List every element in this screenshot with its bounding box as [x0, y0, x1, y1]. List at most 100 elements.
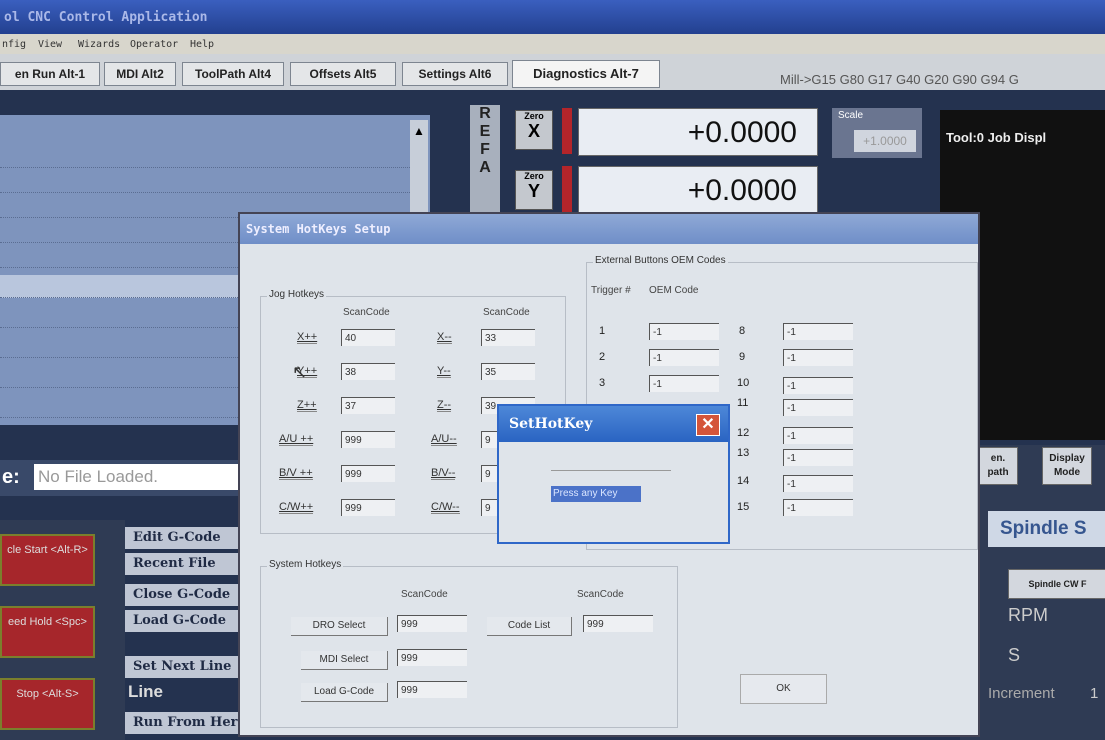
- cycle-start-button[interactable]: cle Start <Alt-R>: [0, 534, 95, 586]
- jog-x-plus-button[interactable]: X++: [297, 331, 318, 344]
- zero-label: Zero: [524, 111, 544, 121]
- jog-z-plus-button[interactable]: Z++: [297, 399, 317, 412]
- oem-code-field[interactable]: -1: [783, 449, 853, 466]
- oem-code-header: OEM Code: [649, 285, 699, 296]
- jog-x-plus-field[interactable]: 40: [341, 329, 395, 346]
- jog-b-minus-button[interactable]: B/V--: [431, 467, 456, 480]
- feed-hold-button[interactable]: eed Hold <Spc>: [0, 606, 95, 658]
- mdi-select-field[interactable]: 999: [397, 649, 467, 666]
- oem-code-field[interactable]: -1: [783, 377, 853, 394]
- trigger-header: Trigger #: [591, 285, 631, 296]
- trigger-number: 11: [737, 397, 749, 409]
- file-name-field: No File Loaded.: [34, 464, 254, 490]
- jog-a-plus-button[interactable]: A/U ++: [279, 433, 314, 446]
- oem-code-field[interactable]: -1: [783, 427, 853, 444]
- scancode-header: ScanCode: [483, 307, 530, 318]
- oem-code-field[interactable]: -1: [783, 349, 853, 366]
- load-gcode-field[interactable]: 999: [397, 681, 467, 698]
- menu-config[interactable]: nfig: [2, 39, 26, 50]
- jog-z-minus-button[interactable]: Z--: [437, 399, 452, 412]
- ok-button[interactable]: OK: [740, 674, 827, 704]
- dro-select-button[interactable]: DRO Select: [291, 617, 388, 636]
- tab-toolpath[interactable]: ToolPath Alt4: [182, 62, 284, 86]
- jog-z-plus-field[interactable]: 37: [341, 397, 395, 414]
- gcode-line: [0, 145, 420, 168]
- rpm-label: RPM: [1008, 605, 1048, 625]
- system-hotkeys-group: System Hotkeys ScanCode ScanCode DRO Sel…: [260, 559, 678, 728]
- trigger-number: 3: [599, 377, 606, 389]
- line-label: Line: [128, 682, 163, 701]
- increment-value[interactable]: 1: [1090, 685, 1098, 702]
- menu-wizards[interactable]: Wizards: [78, 39, 120, 50]
- jog-c-minus-button[interactable]: C/W--: [431, 501, 460, 514]
- trigger-number: 15: [737, 501, 750, 513]
- jog-c-plus-button[interactable]: C/W++: [279, 501, 314, 514]
- code-list-button[interactable]: Code List: [487, 617, 572, 636]
- trigger-number: 2: [599, 351, 606, 363]
- oem-code-field[interactable]: -1: [783, 475, 853, 492]
- scale-box: Scale +1.0000: [832, 108, 922, 158]
- ref-letter: R: [479, 105, 491, 122]
- close-icon[interactable]: ✕: [696, 414, 720, 436]
- axis-label: X: [527, 121, 540, 141]
- oem-code-field[interactable]: -1: [649, 349, 719, 366]
- load-gcode-hotkey-button[interactable]: Load G-Code: [301, 683, 388, 702]
- oem-code-field[interactable]: -1: [649, 323, 719, 340]
- scancode-header: ScanCode: [343, 307, 390, 318]
- stop-button[interactable]: Stop <Alt-S>: [0, 678, 95, 730]
- trigger-number: 1: [599, 325, 606, 337]
- scale-value[interactable]: +1.0000: [854, 130, 916, 152]
- tab-settings[interactable]: Settings Alt6: [402, 62, 508, 86]
- dro-x[interactable]: +0.0000: [578, 108, 818, 156]
- ref-letter: A: [479, 159, 491, 176]
- menu-view[interactable]: View: [38, 39, 62, 50]
- ref-all-button[interactable]: R E F A: [470, 105, 500, 225]
- increment-label: Increment: [988, 685, 1055, 702]
- oem-code-field[interactable]: -1: [783, 323, 853, 340]
- tab-mdi[interactable]: MDI Alt2: [104, 62, 176, 86]
- jog-a-plus-field[interactable]: 999: [341, 431, 395, 448]
- external-buttons-label: External Buttons OEM Codes: [593, 255, 728, 266]
- jog-y-minus-button[interactable]: Y--: [437, 365, 451, 378]
- spindle-cw-button[interactable]: Spindle CW F: [1008, 569, 1105, 599]
- scale-label: Scale: [838, 110, 864, 121]
- zero-label: Zero: [524, 171, 544, 181]
- scroll-up-icon[interactable]: ▲: [413, 124, 425, 138]
- code-list-field[interactable]: 999: [583, 615, 653, 632]
- jog-y-minus-field[interactable]: 35: [481, 363, 535, 380]
- tab-offsets[interactable]: Offsets Alt5: [290, 62, 396, 86]
- jog-x-minus-button[interactable]: X--: [437, 331, 452, 344]
- oem-code-field[interactable]: -1: [783, 499, 853, 516]
- trigger-number: 12: [737, 427, 750, 439]
- tab-program-run[interactable]: en Run Alt-1: [0, 62, 100, 86]
- modal-gcode-line: Mill->G15 G80 G17 G40 G20 G90 G94 G: [780, 72, 1019, 87]
- s-label: S: [1008, 645, 1021, 665]
- gcode-line: [0, 170, 420, 193]
- jog-a-minus-button[interactable]: A/U--: [431, 433, 457, 446]
- dro-y[interactable]: +0.0000: [578, 166, 818, 214]
- mdi-select-button[interactable]: MDI Select: [301, 651, 388, 670]
- axis-x-indicator: [562, 108, 572, 154]
- jog-c-plus-field[interactable]: 999: [341, 499, 395, 516]
- trigger-number: 14: [737, 475, 750, 487]
- menu-help[interactable]: Help: [190, 39, 214, 50]
- menu-bar: nfig View Wizards Operator Help: [0, 34, 1105, 54]
- regen-toolpath-button[interactable]: en. path: [978, 447, 1018, 485]
- oem-code-field[interactable]: -1: [783, 399, 853, 416]
- mouse-cursor-icon: ↖: [292, 362, 308, 382]
- zero-x-button[interactable]: Zero X: [515, 110, 553, 150]
- jog-b-plus-field[interactable]: 999: [341, 465, 395, 482]
- menu-operator[interactable]: Operator: [130, 39, 178, 50]
- jog-y-plus-field[interactable]: 38: [341, 363, 395, 380]
- oem-code-field[interactable]: -1: [649, 375, 719, 392]
- dro-select-field[interactable]: 999: [397, 615, 467, 632]
- display-mode-button[interactable]: Display Mode: [1042, 447, 1092, 485]
- trigger-number: 13: [737, 447, 750, 459]
- jog-x-minus-field[interactable]: 33: [481, 329, 535, 346]
- zero-y-button[interactable]: Zero Y: [515, 170, 553, 210]
- scancode-header: ScanCode: [577, 589, 624, 600]
- system-hotkeys-label: System Hotkeys: [267, 559, 344, 570]
- jog-b-plus-button[interactable]: B/V ++: [279, 467, 313, 480]
- axis-y-indicator: [562, 166, 572, 212]
- tab-diagnostics[interactable]: Diagnostics Alt-7: [512, 60, 660, 88]
